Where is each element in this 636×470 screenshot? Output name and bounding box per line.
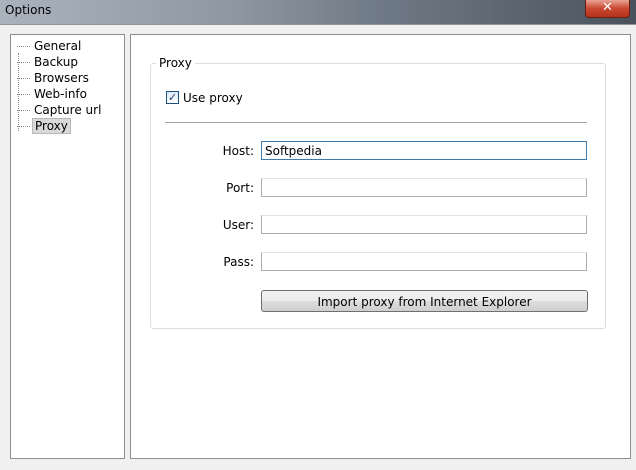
import-proxy-button[interactable]: Import proxy from Internet Explorer bbox=[261, 290, 588, 312]
tree-branch-icon bbox=[17, 86, 30, 95]
tree-item-capture-url[interactable]: Capture url bbox=[17, 102, 103, 118]
pass-label: Pass: bbox=[223, 255, 254, 269]
host-field[interactable] bbox=[261, 141, 587, 160]
tree-branch-icon bbox=[17, 70, 30, 79]
tree-branch-icon bbox=[17, 38, 30, 47]
tree-item-label: Capture url bbox=[34, 103, 102, 117]
options-tree: General Backup Browsers Web-info Capture… bbox=[10, 34, 125, 459]
close-button[interactable]: ✕ bbox=[585, 0, 630, 18]
title-bar: Options ✕ bbox=[0, 0, 636, 24]
settings-panel: Proxy ✓ Use proxy Host: Port: User: Pass:… bbox=[130, 34, 631, 459]
tree-item-general[interactable]: General bbox=[17, 38, 83, 54]
tree-branch-icon bbox=[17, 118, 30, 127]
tree-item-label: Backup bbox=[34, 55, 78, 69]
user-field[interactable] bbox=[261, 215, 587, 234]
groupbox-caption: Proxy bbox=[156, 56, 195, 70]
port-field[interactable] bbox=[261, 178, 587, 197]
pass-field[interactable] bbox=[261, 252, 587, 271]
tree-item-web-info[interactable]: Web-info bbox=[17, 86, 89, 102]
close-icon: ✕ bbox=[602, 0, 613, 15]
tree-item-label: Web-info bbox=[34, 87, 87, 101]
separator bbox=[165, 122, 587, 124]
tree-item-backup[interactable]: Backup bbox=[17, 54, 80, 70]
tree-branch-icon bbox=[17, 54, 30, 63]
port-label: Port: bbox=[226, 181, 254, 195]
host-label: Host: bbox=[222, 144, 254, 158]
checkbox-check-icon: ✓ bbox=[166, 91, 179, 104]
use-proxy-checkbox[interactable]: ✓ Use proxy bbox=[166, 90, 243, 106]
tree-branch-icon bbox=[17, 102, 30, 111]
dialog-client: General Backup Browsers Web-info Capture… bbox=[0, 24, 636, 470]
user-label: User: bbox=[222, 218, 254, 232]
tree-item-browsers[interactable]: Browsers bbox=[17, 70, 91, 86]
window-title: Options bbox=[5, 3, 52, 17]
tree-item-label: General bbox=[34, 39, 82, 53]
tree-item-label: Proxy bbox=[32, 118, 71, 134]
use-proxy-label: Use proxy bbox=[183, 91, 243, 105]
tree-item-proxy[interactable]: Proxy bbox=[17, 118, 71, 134]
tree-item-label: Browsers bbox=[34, 71, 89, 85]
